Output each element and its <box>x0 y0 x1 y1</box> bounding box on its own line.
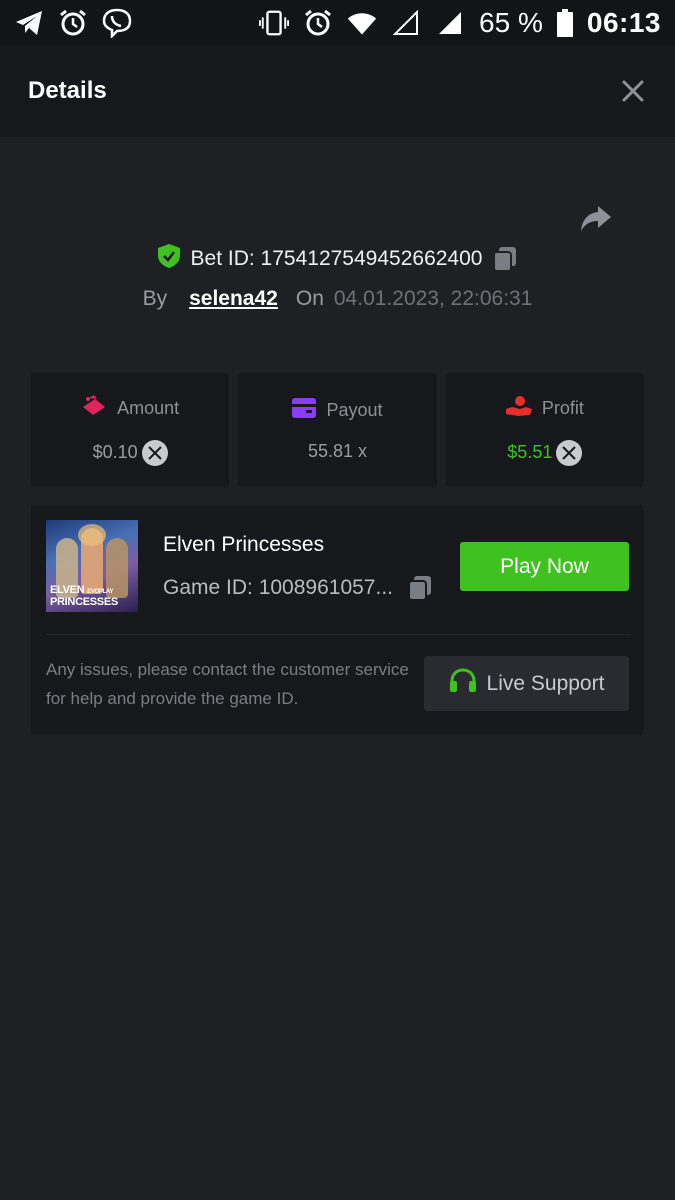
stat-amount: Amount $0.10 <box>31 373 230 487</box>
stat-profit: Profit $5.51 <box>445 373 644 487</box>
copy-icon <box>493 246 517 272</box>
telegram-icon <box>14 8 44 38</box>
stat-value: 55.81 x <box>307 441 368 461</box>
game-thumbnail[interactable]: ELVEN EVOPLAY PRINCESSES <box>46 520 138 612</box>
live-support-label: Live Support <box>486 671 605 695</box>
battery-percent: 65 % <box>479 6 543 38</box>
verified-shield-icon <box>157 243 181 274</box>
viber-icon <box>102 8 132 38</box>
battery-icon <box>556 8 573 38</box>
clock: 06:13 <box>586 6 661 38</box>
status-bar: 65 % 06:13 <box>0 0 675 45</box>
game-id: Game ID: 1008961057... <box>163 576 393 599</box>
stat-value: $0.10 <box>92 442 138 462</box>
game-name: Elven Princesses <box>163 533 325 556</box>
bet-datetime: 04.01.2023, 22:06:31 <box>333 287 533 310</box>
profit-hand-icon <box>505 395 532 422</box>
alarm-icon <box>58 8 88 38</box>
bet-id-row: Bet ID: 1754127549452662400 <box>0 243 675 274</box>
divider <box>46 634 629 635</box>
wallet-icon <box>292 398 317 423</box>
signal-empty-icon <box>391 8 421 38</box>
page-title: Details <box>28 77 107 104</box>
vibrate-icon <box>259 8 290 38</box>
close-icon <box>622 80 644 102</box>
signal-icon <box>435 8 465 38</box>
thumbnail-title: ELVEN EVOPLAY PRINCESSES <box>50 584 118 608</box>
username-link[interactable]: selena42 <box>189 287 278 311</box>
live-support-button[interactable]: Live Support <box>424 656 629 711</box>
stat-label: Payout <box>326 400 383 420</box>
wifi-icon <box>347 8 377 38</box>
stat-label: Profit <box>541 397 584 418</box>
copy-icon <box>408 576 431 601</box>
game-card: ELVEN EVOPLAY PRINCESSES Elven Princesse… <box>31 505 644 735</box>
copy-game-id-button[interactable] <box>407 575 433 601</box>
amount-icon <box>81 394 107 422</box>
by-label: By <box>142 287 168 310</box>
details-header: Details <box>0 45 675 137</box>
stat-payout: Payout 55.81 x <box>238 373 437 487</box>
xrp-coin-icon <box>556 439 583 466</box>
headset-icon <box>449 667 477 700</box>
alarm-icon <box>303 8 333 38</box>
bet-stats: Amount $0.10 Payout 55.81 x Profit $5.51 <box>31 373 644 487</box>
xrp-coin-icon <box>141 439 168 466</box>
on-label: On <box>295 287 324 310</box>
close-button[interactable] <box>619 77 647 105</box>
share-button[interactable] <box>578 200 614 236</box>
copy-bet-id-button[interactable] <box>492 246 518 272</box>
bet-id: Bet ID: 1754127549452662400 <box>190 246 483 270</box>
bet-meta-row: By selena42 On 04.01.2023, 22:06:31 <box>0 287 675 311</box>
play-now-button[interactable]: Play Now <box>460 542 629 591</box>
help-text: Any issues, please contact the customer … <box>46 660 409 708</box>
stat-label: Amount <box>117 397 180 418</box>
share-icon <box>581 206 611 231</box>
stat-value: $5.51 <box>507 442 553 462</box>
